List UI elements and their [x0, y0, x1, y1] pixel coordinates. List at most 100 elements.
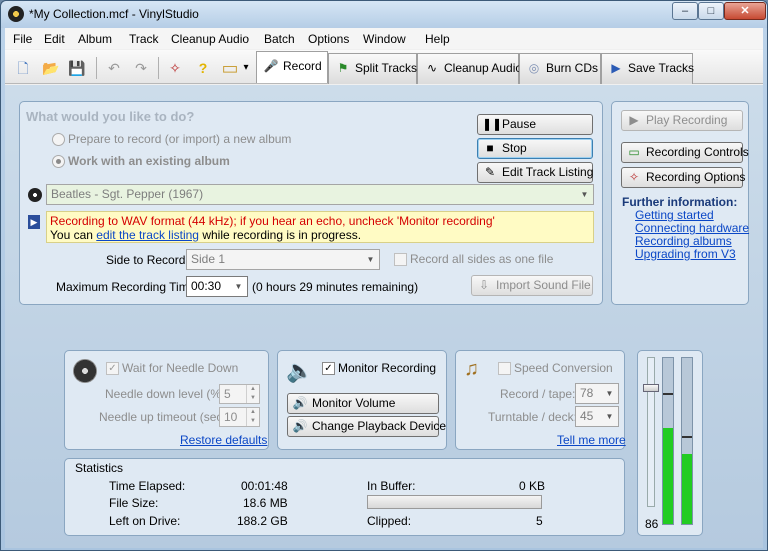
notice-text: You can	[50, 228, 97, 242]
speaker-icon: 🔈	[286, 358, 314, 383]
edit-listing-label: Edit Track Listing	[502, 165, 594, 179]
title-bar[interactable]: *My Collection.mcf - VinylStudio – □ ✕	[1, 1, 767, 28]
menu-track[interactable]: Track	[129, 32, 159, 46]
change-device-label: Change Playback Device	[312, 419, 447, 433]
radio-new-album-label[interactable]: Prepare to record (or import) a new albu…	[68, 132, 291, 146]
recording-options-button[interactable]: ✧ Recording Options	[621, 167, 746, 188]
tab-burn-cds[interactable]: ◎ Burn CDs	[519, 53, 601, 84]
record-all-sides-checkbox[interactable]	[394, 253, 407, 266]
chevron-down-icon[interactable]: ▾	[236, 58, 256, 78]
redo-icon[interactable]: ↷	[131, 58, 151, 78]
edit-listing-icon: ✎	[484, 165, 496, 179]
radio-new-album[interactable]	[52, 133, 65, 146]
max-time-value: 00:30	[191, 279, 222, 293]
recording-options-label: Recording Options	[646, 170, 746, 184]
controls-icon: ▭	[628, 145, 640, 159]
album-select[interactable]: Beatles - Sgt. Pepper (1967) ▼	[46, 184, 594, 205]
spin-arrows-icon[interactable]: ▲ ▼	[246, 385, 259, 403]
needle-panel: ✓ Wait for Needle Down Needle down level…	[64, 350, 269, 450]
tab-cleanup-audio[interactable]: ∿ Cleanup Audio	[417, 53, 522, 84]
help-icon[interactable]: ?	[193, 58, 213, 78]
max-time-select[interactable]: 00:30 ▼	[186, 276, 248, 297]
menu-file[interactable]: File	[13, 32, 32, 46]
speed-conversion-label[interactable]: Speed Conversion	[514, 361, 613, 375]
chevron-down-icon: ▼	[366, 255, 375, 264]
record-speed-value: 78	[580, 386, 594, 400]
album-value: Beatles - Sgt. Pepper (1967)	[51, 187, 204, 201]
record-speed-select[interactable]: 78 ▼	[575, 383, 619, 404]
vinyl-record-icon	[28, 188, 42, 202]
gain-slider-thumb[interactable]	[643, 384, 659, 392]
menu-cleanup-audio[interactable]: Cleanup Audio	[171, 32, 249, 46]
side-value: Side 1	[191, 252, 226, 266]
link-getting-started[interactable]: Getting started	[635, 208, 714, 222]
undo-icon[interactable]: ↶	[104, 58, 124, 78]
turntable-speed-select[interactable]: 45 ▼	[575, 406, 619, 427]
chevron-down-icon: ▼	[605, 389, 614, 398]
microphone-icon: 🎤	[263, 59, 279, 73]
toolbar-separator	[96, 57, 97, 79]
new-collection-icon[interactable]: 🗋	[13, 58, 33, 78]
spin-arrows-icon[interactable]: ▲ ▼	[246, 408, 259, 426]
link-connecting-hardware[interactable]: Connecting hardware	[635, 221, 749, 235]
close-button[interactable]: ✕	[724, 2, 766, 20]
tab-label: Save Tracks	[628, 61, 695, 75]
stop-icon: ■	[486, 141, 494, 155]
wait-needle-label[interactable]: Wait for Needle Down	[122, 361, 238, 375]
monitor-recording-checkbox[interactable]: ✓	[322, 362, 335, 375]
edit-track-listing-link[interactable]: edit the track listing	[96, 228, 199, 242]
needle-up-spinner[interactable]: 10 ▲ ▼	[219, 407, 260, 427]
wait-needle-checkbox[interactable]: ✓	[106, 362, 119, 375]
record-all-sides-label[interactable]: Record all sides as one file	[410, 252, 553, 266]
menu-edit[interactable]: Edit	[44, 32, 65, 46]
tab-record[interactable]: 🎤 Record	[256, 51, 328, 83]
monitor-recording-label[interactable]: Monitor Recording	[338, 361, 436, 375]
menu-batch[interactable]: Batch	[264, 32, 295, 46]
pause-button[interactable]: ❚❚Pause	[477, 114, 593, 135]
change-playback-device-button[interactable]: 🔊 Change Playback Device	[287, 416, 446, 437]
open-icon[interactable]: 📂	[41, 58, 61, 78]
minimize-button[interactable]: –	[672, 2, 698, 20]
save-icon[interactable]: 💾	[67, 58, 87, 78]
gain-value: 86	[645, 517, 659, 531]
radio-existing-album-label[interactable]: Work with an existing album	[68, 154, 230, 168]
radio-existing-album[interactable]	[52, 155, 65, 168]
recording-controls-button[interactable]: ▭ Recording Controls	[621, 142, 749, 163]
tab-save-tracks[interactable]: ▶ Save Tracks	[601, 53, 695, 84]
menu-bar: File Edit Album Track Cleanup Audio Batc…	[5, 28, 763, 49]
link-upgrading[interactable]: Upgrading from V3	[635, 247, 736, 261]
menu-options[interactable]: Options	[308, 32, 349, 46]
stop-button[interactable]: ■ Stop	[477, 138, 593, 159]
speed-conversion-checkbox[interactable]	[498, 362, 511, 375]
import-label: Import Sound File	[496, 278, 591, 292]
edit-track-listing-button[interactable]: ✎ Edit Track Listing	[477, 162, 593, 183]
import-sound-file-button[interactable]: ⇩ Import Sound File	[471, 275, 593, 296]
pause-icon: ❚❚	[482, 117, 503, 131]
menu-album[interactable]: Album	[78, 32, 112, 46]
left-peak-marker	[663, 392, 673, 395]
needle-down-spinner[interactable]: 5 ▲ ▼	[219, 384, 260, 404]
menu-window[interactable]: Window	[363, 32, 406, 46]
time-remaining: (0 hours 29 minutes remaining)	[252, 280, 419, 294]
gramophone-icon: ♫	[464, 358, 479, 380]
link-recording-albums[interactable]: Recording albums	[635, 234, 732, 248]
left-level-fill	[663, 427, 673, 524]
needle-down-label: Needle down level (%):	[105, 387, 229, 401]
wand-icon[interactable]: ✧	[165, 58, 185, 78]
menu-help[interactable]: Help	[425, 32, 450, 46]
device-icon: 🔊	[292, 419, 308, 433]
gain-slider-track[interactable]	[647, 357, 655, 507]
play-recording-button[interactable]: ▶ Play Recording	[621, 110, 743, 131]
monitor-volume-button[interactable]: 🔊 Monitor Volume	[287, 393, 439, 414]
tell-me-more-link[interactable]: Tell me more	[557, 433, 626, 447]
record-tape-label: Record / tape:	[500, 387, 576, 401]
notice-box: Recording to WAV format (44 kHz); if you…	[46, 211, 594, 243]
further-info-heading: Further information:	[622, 195, 738, 209]
cd-icon: ◎	[528, 61, 540, 75]
restore-defaults-link[interactable]: Restore defaults	[180, 433, 267, 447]
side-select[interactable]: Side 1 ▼	[186, 249, 380, 270]
tab-split-tracks[interactable]: ⚑ Split Tracks	[328, 53, 417, 84]
maximize-button[interactable]: □	[698, 2, 724, 20]
record-panel: What would you like to do? Prepare to re…	[19, 101, 603, 305]
chevron-down-icon: ▼	[234, 282, 243, 291]
